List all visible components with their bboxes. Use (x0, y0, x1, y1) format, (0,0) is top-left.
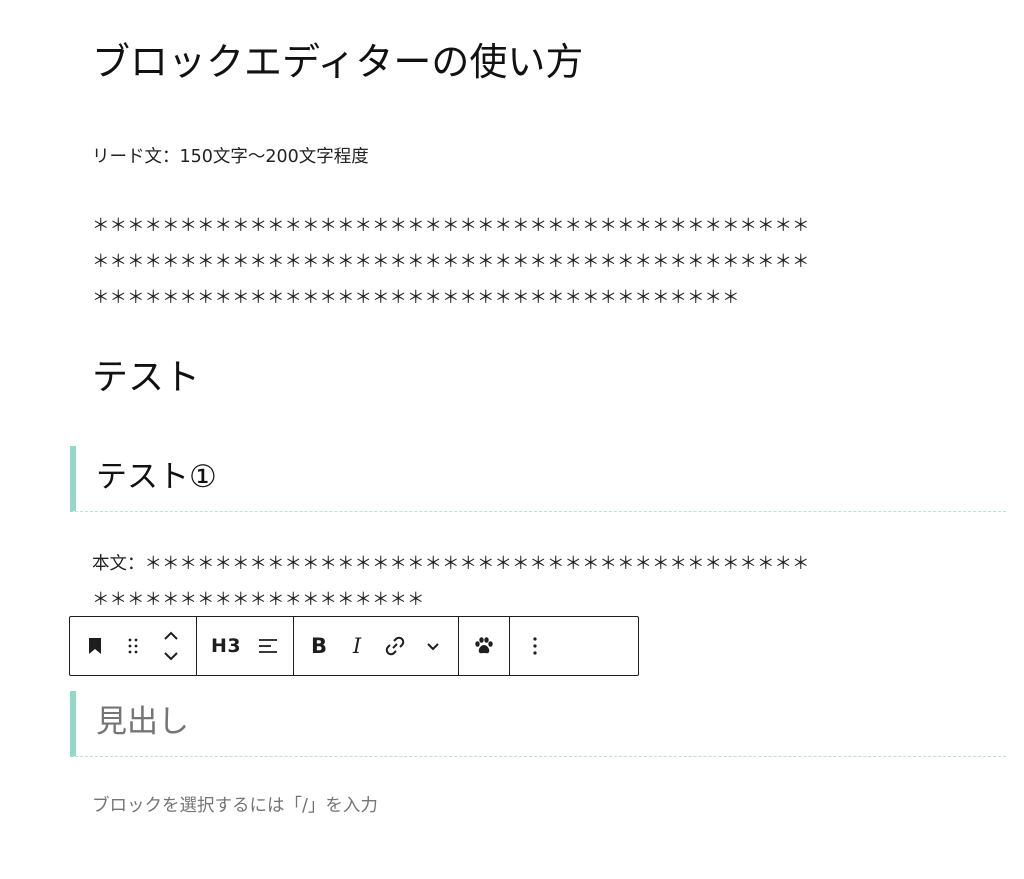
drag-handle-icon (126, 637, 140, 655)
drag-handle-button[interactable] (114, 623, 152, 669)
heading-h3-placeholder[interactable]: 見出し (96, 701, 189, 743)
chevron-down-icon (425, 640, 441, 652)
toolbar-group-heading: H3 (197, 617, 294, 675)
plugin-button[interactable] (465, 623, 503, 669)
asterisk-line: ＊＊＊＊＊＊＊＊＊＊＊＊＊＊＊＊＊＊＊＊＊＊＊＊＊＊＊＊＊＊＊＊＊＊＊＊＊＊＊＊… (92, 252, 810, 272)
paw-icon (473, 636, 495, 656)
move-up-down-button[interactable] (152, 623, 190, 669)
body-paragraph[interactable]: 本文：＊＊＊＊＊＊＊＊＊＊＊＊＊＊＊＊＊＊＊＊＊＊＊＊＊＊＊＊＊＊＊＊＊＊＊＊＊… (92, 546, 992, 618)
link-button[interactable] (376, 623, 414, 669)
move-up-down-icon (162, 629, 180, 663)
asterisk-paragraph[interactable]: ＊＊＊＊＊＊＊＊＊＊＊＊＊＊＊＊＊＊＊＊＊＊＊＊＊＊＊＊＊＊＊＊＊＊＊＊＊＊＊＊… (92, 208, 992, 316)
heading-h3-block[interactable]: テスト① (70, 446, 1006, 512)
heading-h2[interactable]: テスト (92, 355, 200, 401)
body-line: 本文：＊＊＊＊＊＊＊＊＊＊＊＊＊＊＊＊＊＊＊＊＊＊＊＊＊＊＊＊＊＊＊＊＊＊＊＊＊… (92, 554, 810, 574)
block-toolbar: H3 B I (69, 616, 639, 676)
toolbar-group-options (510, 617, 560, 675)
post-title[interactable]: ブロックエディターの使い方 (92, 36, 583, 88)
block-type-button[interactable] (76, 623, 114, 669)
toolbar-group-plugin (459, 617, 510, 675)
italic-button[interactable]: I (338, 623, 376, 669)
align-button[interactable] (249, 623, 287, 669)
block-appender-hint[interactable]: ブロックを選択するには「/」を入力 (92, 792, 378, 820)
block-editor-canvas: ブロックエディターの使い方 リード文：150文字〜200文字程度 ＊＊＊＊＊＊＊… (0, 0, 1024, 879)
lead-paragraph[interactable]: リード文：150文字〜200文字程度 (92, 143, 369, 171)
body-line: ＊＊＊＊＊＊＊＊＊＊＊＊＊＊＊＊＊＊＊ (92, 590, 425, 610)
link-icon (383, 634, 407, 658)
toolbar-group-format: B I (294, 617, 459, 675)
bold-button[interactable]: B (300, 623, 338, 669)
bookmark-icon (87, 637, 103, 655)
asterisk-line: ＊＊＊＊＊＊＊＊＊＊＊＊＊＊＊＊＊＊＊＊＊＊＊＊＊＊＊＊＊＊＊＊＊＊＊＊＊ (92, 288, 740, 308)
vertical-ellipsis-icon (532, 636, 538, 656)
toolbar-group-block (70, 617, 197, 675)
more-rich-text-button[interactable] (414, 623, 452, 669)
align-left-icon (257, 636, 279, 656)
heading-h3-block-empty[interactable]: 見出し (70, 691, 1006, 757)
heading-level-button[interactable]: H3 (203, 623, 249, 669)
heading-h3-text[interactable]: テスト① (96, 456, 217, 498)
options-button[interactable] (516, 623, 554, 669)
asterisk-line: ＊＊＊＊＊＊＊＊＊＊＊＊＊＊＊＊＊＊＊＊＊＊＊＊＊＊＊＊＊＊＊＊＊＊＊＊＊＊＊＊… (92, 216, 810, 236)
